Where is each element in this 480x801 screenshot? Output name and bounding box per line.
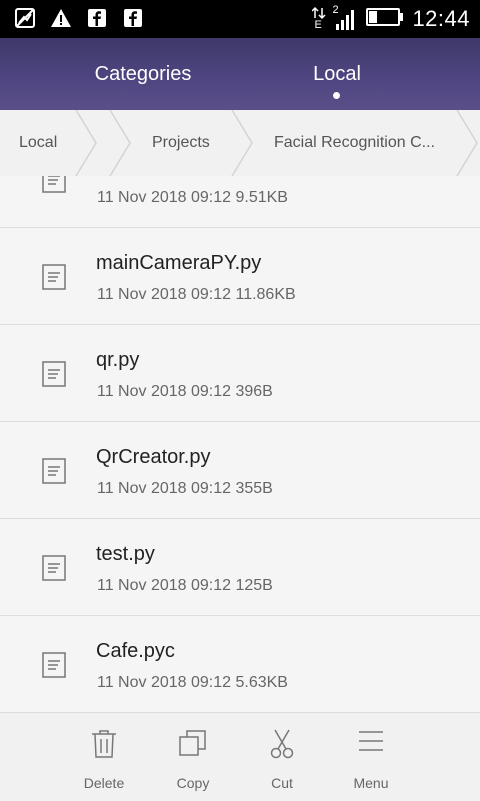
gallery-icon — [14, 7, 36, 29]
file-meta: 11 Nov 2018 09:12 11.86KB — [97, 286, 296, 303]
menu-icon — [359, 731, 383, 751]
data-arrows-icon: E — [311, 6, 326, 32]
file-name: QrCreator.py — [96, 446, 211, 468]
document-icon — [42, 176, 66, 193]
breadcrumb-item-local[interactable]: Local — [19, 110, 57, 176]
facebook-icon — [122, 7, 144, 29]
sim-number-label: 2 — [332, 4, 339, 16]
bottom-toolbar: Delete Copy Cut Menu — [0, 712, 480, 801]
file-meta: 11 Nov 2018 09:12 355B — [97, 480, 273, 497]
breadcrumb-separator — [75, 110, 97, 176]
file-row[interactable]: 11 Nov 2018 09:12 9.51KB — [0, 176, 480, 228]
copy-button[interactable]: Copy — [149, 713, 237, 801]
file-meta: 11 Nov 2018 09:12 396B — [97, 383, 273, 400]
file-name: mainCameraPY.py — [96, 252, 262, 274]
file-meta: 11 Nov 2018 09:12 5.63KB — [97, 674, 288, 691]
cut-label: Cut — [271, 775, 293, 791]
copy-label: Copy — [176, 775, 210, 791]
facebook-icon — [86, 7, 108, 29]
file-row[interactable]: QrCreator.py 11 Nov 2018 09:12 355B — [0, 422, 480, 519]
network-type-label: E — [314, 19, 322, 31]
file-list: 11 Nov 2018 09:12 9.51KB mainCameraPY.py… — [0, 176, 480, 712]
document-icon — [42, 264, 66, 290]
breadcrumb-item-projects[interactable]: Projects — [152, 110, 210, 176]
file-row[interactable]: test.py 11 Nov 2018 09:12 125B — [0, 519, 480, 616]
tab-local[interactable]: Local — [237, 38, 437, 110]
breadcrumb-item-facial-recognition[interactable]: Facial Recognition C... — [274, 110, 435, 176]
clock: 12:44 — [412, 6, 470, 31]
breadcrumb-separator — [231, 110, 253, 176]
document-icon — [42, 555, 66, 581]
delete-label: Delete — [83, 775, 125, 791]
file-row[interactable]: qr.py 11 Nov 2018 09:12 396B — [0, 325, 480, 422]
file-row[interactable]: Cafe.pyc 11 Nov 2018 09:12 5.63KB — [0, 616, 480, 712]
document-icon — [42, 458, 66, 484]
file-name: qr.py — [96, 349, 140, 371]
active-tab-indicator — [333, 92, 340, 99]
status-bar: E 2 12:44 — [0, 0, 480, 38]
file-meta: 11 Nov 2018 09:12 9.51KB — [97, 189, 288, 206]
delete-button[interactable]: Delete — [60, 713, 148, 801]
scissors-icon — [270, 729, 294, 759]
warning-icon — [50, 7, 72, 29]
tab-categories[interactable]: Categories — [43, 38, 243, 110]
breadcrumb-separator — [456, 110, 478, 176]
cut-button[interactable]: Cut — [238, 713, 326, 801]
file-meta: 11 Nov 2018 09:12 125B — [97, 577, 273, 594]
tab-header: Categories Local — [0, 38, 480, 110]
trash-icon — [92, 730, 116, 758]
file-name: test.py — [96, 543, 155, 565]
battery-icon — [366, 7, 404, 31]
file-name: Cafe.pyc — [96, 640, 175, 662]
breadcrumb-separator — [109, 110, 131, 176]
copy-icon — [179, 730, 206, 756]
file-row[interactable]: mainCameraPY.py 11 Nov 2018 09:12 11.86K… — [0, 228, 480, 325]
document-icon — [42, 652, 66, 678]
menu-label: Menu — [353, 775, 389, 791]
breadcrumb: Local Projects Facial Recognition C... — [0, 110, 480, 177]
signal-icon: 2 — [332, 4, 358, 32]
menu-button[interactable]: Menu — [327, 713, 415, 801]
document-icon — [42, 361, 66, 387]
